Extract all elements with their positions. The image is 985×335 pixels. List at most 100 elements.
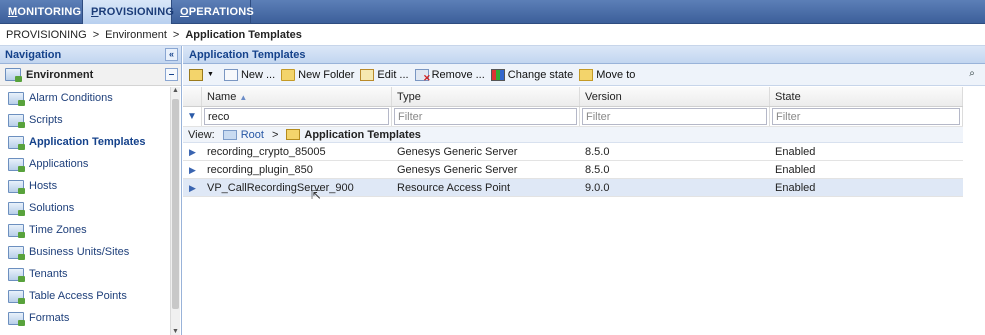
cell-state: Enabled bbox=[775, 164, 816, 176]
scrollbar-thumb[interactable] bbox=[172, 99, 179, 309]
application-templates-panel: Application Templates ▼ New ... New Fold… bbox=[183, 46, 985, 335]
view-path-row: View: Root > Application Templates bbox=[183, 127, 963, 143]
move-to-icon bbox=[579, 68, 594, 81]
breadcrumb-separator: > bbox=[92, 29, 100, 41]
version-filter-input[interactable] bbox=[582, 108, 767, 125]
nav-item-solutions[interactable]: Solutions bbox=[0, 197, 170, 219]
folder-object-icon bbox=[8, 289, 25, 304]
column-header-type[interactable]: Type bbox=[392, 87, 580, 106]
environment-root-node[interactable]: Environment – bbox=[0, 64, 181, 86]
column-header-state[interactable]: State bbox=[770, 87, 963, 106]
tab-provisioning-label: ROVISIONING bbox=[98, 6, 175, 18]
state-filter-input[interactable] bbox=[772, 108, 960, 125]
row-expand-arrow-icon[interactable]: ▶ bbox=[183, 143, 202, 160]
folder-object-icon bbox=[8, 267, 25, 282]
folder-icon bbox=[286, 129, 301, 140]
breadcrumb-current: Application Templates bbox=[185, 29, 302, 41]
tab-provisioning-mnemonic: P bbox=[91, 6, 99, 18]
nav-item-formats[interactable]: Formats bbox=[0, 307, 170, 329]
up-folder-button[interactable]: ▼ bbox=[189, 68, 218, 81]
tab-operations-label: PERATIONS bbox=[188, 6, 254, 18]
tab-monitoring[interactable]: MONITORING bbox=[0, 0, 83, 24]
filter-funnel-icon[interactable]: ▼ bbox=[183, 107, 202, 126]
name-filter-input[interactable] bbox=[204, 108, 389, 125]
column-header-version[interactable]: Version bbox=[580, 87, 770, 106]
nav-item-table-access-points[interactable]: Table Access Points bbox=[0, 285, 170, 307]
breadcrumb-separator: > bbox=[172, 29, 180, 41]
nav-item-application-templates[interactable]: Application Templates bbox=[0, 131, 170, 153]
nav-item-label: Application Templates bbox=[29, 136, 146, 148]
breadcrumb-provisioning[interactable]: PROVISIONING bbox=[6, 29, 87, 41]
folder-object-icon bbox=[8, 113, 25, 128]
cell-name: recording_plugin_850 bbox=[207, 164, 313, 176]
dropdown-arrow-icon: ▼ bbox=[207, 71, 214, 78]
remove-button[interactable]: Remove ... bbox=[414, 68, 485, 84]
state-filter-cell bbox=[770, 107, 963, 126]
scroll-down-icon[interactable]: ▼ bbox=[172, 328, 179, 335]
tab-operations[interactable]: OPERATIONS bbox=[172, 0, 254, 24]
sort-ascending-icon: ▲ bbox=[239, 93, 248, 102]
view-separator: > bbox=[271, 128, 279, 141]
table-row[interactable]: ▶ VP_CallRecordingServer_900 Resource Ac… bbox=[183, 179, 963, 197]
environment-label: Environment bbox=[26, 68, 94, 81]
nav-item-label: Formats bbox=[29, 312, 70, 324]
nav-item-scripts[interactable]: Scripts bbox=[0, 109, 170, 131]
navigation-header: Navigation « bbox=[0, 46, 181, 64]
collapse-environment-button[interactable]: – bbox=[165, 68, 178, 81]
new-button-label: New ... bbox=[240, 68, 276, 81]
navigation-scrollbar[interactable]: ▲ ▼ bbox=[170, 87, 180, 335]
nav-item-alarm-conditions[interactable]: Alarm Conditions bbox=[0, 87, 170, 109]
nav-item-label: Applications bbox=[29, 158, 89, 170]
cell-type: Genesys Generic Server bbox=[397, 146, 518, 158]
new-folder-button[interactable]: New Folder bbox=[281, 68, 355, 81]
panel-title: Application Templates bbox=[183, 46, 985, 64]
row-expand-arrow-icon[interactable]: ▶ bbox=[183, 161, 202, 178]
column-state-label: State bbox=[775, 91, 801, 103]
view-root-link[interactable]: Root bbox=[241, 127, 264, 143]
nav-item-hosts[interactable]: Hosts bbox=[0, 175, 170, 197]
nav-item-label: Time Zones bbox=[29, 224, 87, 236]
find-binoculars-icon[interactable]: ⌕ bbox=[965, 68, 979, 81]
scroll-up-icon[interactable]: ▲ bbox=[172, 87, 179, 94]
cell-name: recording_crypto_85005 bbox=[207, 146, 326, 158]
nav-item-label: Scripts bbox=[29, 114, 63, 126]
navigation-title: Navigation bbox=[5, 49, 62, 61]
nav-item-label: Table Access Points bbox=[29, 290, 127, 302]
type-filter-input[interactable] bbox=[394, 108, 577, 125]
edit-button[interactable]: Edit ... bbox=[360, 68, 409, 81]
nav-item-business-units-sites[interactable]: Business Units/Sites bbox=[0, 241, 170, 263]
row-expand-arrow-icon[interactable]: ▶ bbox=[183, 179, 202, 196]
folder-object-icon bbox=[8, 245, 25, 260]
change-state-icon bbox=[490, 68, 505, 81]
navigation-list: Alarm Conditions Scripts Application Tem… bbox=[0, 87, 170, 329]
nav-item-applications[interactable]: Applications bbox=[0, 153, 170, 175]
environment-icon bbox=[5, 68, 22, 82]
nav-item-tenants[interactable]: Tenants bbox=[0, 263, 170, 285]
table-row[interactable]: ▶ recording_crypto_85005 Genesys Generic… bbox=[183, 143, 963, 161]
name-filter-cell bbox=[202, 107, 392, 126]
new-folder-icon bbox=[281, 68, 296, 81]
version-filter-cell bbox=[580, 107, 770, 126]
collapse-navigation-button[interactable]: « bbox=[165, 48, 178, 61]
table-row[interactable]: ▶ recording_plugin_850 Genesys Generic S… bbox=[183, 161, 963, 179]
breadcrumb-environment[interactable]: Environment bbox=[105, 29, 167, 41]
move-to-label: Move to bbox=[596, 68, 636, 81]
navigation-panel: Navigation « Environment – Alarm Conditi… bbox=[0, 46, 182, 335]
folder-object-icon bbox=[8, 91, 25, 106]
nav-item-time-zones[interactable]: Time Zones bbox=[0, 219, 170, 241]
column-header-name[interactable]: Name ▲ bbox=[202, 87, 392, 106]
change-state-button[interactable]: Change state bbox=[490, 68, 573, 81]
type-filter-cell bbox=[392, 107, 580, 126]
move-to-button[interactable]: Move to bbox=[579, 68, 636, 81]
tab-provisioning[interactable]: PROVISIONING bbox=[83, 0, 175, 24]
folder-object-icon bbox=[8, 157, 25, 172]
nav-item-label: Business Units/Sites bbox=[29, 246, 130, 258]
edit-label: Edit ... bbox=[377, 68, 409, 81]
new-button[interactable]: New ... bbox=[223, 68, 276, 81]
nav-item-label: Hosts bbox=[29, 180, 58, 192]
column-name-label: Name bbox=[207, 91, 237, 103]
tab-monitoring-mnemonic: M bbox=[8, 6, 18, 18]
cell-version: 8.5.0 bbox=[585, 146, 610, 158]
header-spacer bbox=[183, 87, 202, 106]
new-folder-label: New Folder bbox=[298, 68, 355, 81]
